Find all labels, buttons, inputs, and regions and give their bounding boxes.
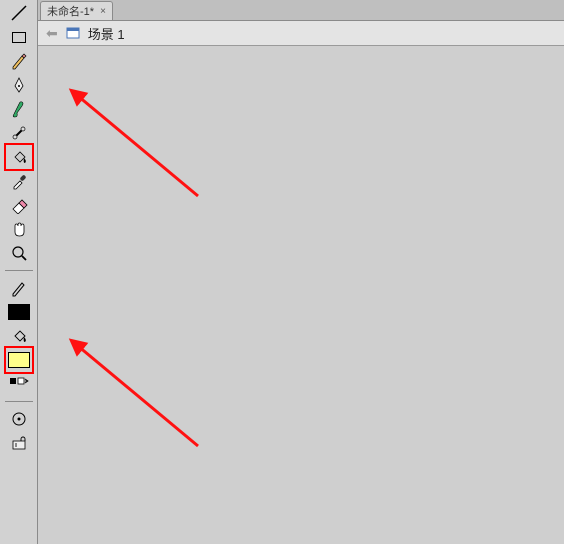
- document-tab-title: 未命名-1*: [47, 3, 94, 19]
- pen-tool[interactable]: [7, 74, 31, 96]
- annotation-arrow-1: [68, 86, 208, 206]
- document-tabbar: 未命名-1* ×: [38, 0, 564, 21]
- eraser-tool[interactable]: [7, 194, 31, 216]
- stroke-color-pencil-icon: [7, 277, 31, 299]
- hand-tool[interactable]: [7, 218, 31, 240]
- toolbox-separator-2: [5, 401, 33, 402]
- close-icon[interactable]: ×: [100, 6, 106, 17]
- pencil-tool[interactable]: [7, 50, 31, 72]
- annotation-arrow-2: [68, 336, 208, 456]
- snap-options-icon[interactable]: [7, 408, 31, 430]
- rectangle-tool[interactable]: [7, 26, 31, 48]
- scene-icon: [66, 26, 80, 40]
- back-arrow-icon[interactable]: ⬅: [46, 25, 58, 42]
- paint-bucket-tool[interactable]: [7, 146, 31, 168]
- scene-label: 场景 1: [88, 24, 125, 43]
- swap-colors-icon[interactable]: [7, 373, 31, 395]
- toolbox: [0, 0, 38, 544]
- line-tool[interactable]: [7, 2, 31, 24]
- eyedropper-tool[interactable]: [7, 170, 31, 192]
- main-panel: 未命名-1* × ⬅ 场景 1: [38, 0, 564, 544]
- zoom-tool[interactable]: [7, 242, 31, 264]
- toolbox-separator: [5, 270, 33, 271]
- fill-color-swatch[interactable]: [7, 349, 31, 371]
- lock-fill-icon[interactable]: [7, 432, 31, 454]
- stroke-color-swatch[interactable]: [7, 301, 31, 323]
- app-root: 未命名-1* × ⬅ 场景 1: [0, 0, 564, 544]
- scene-bar: ⬅ 场景 1: [38, 21, 564, 46]
- stage[interactable]: [38, 46, 564, 544]
- brush-tool[interactable]: [7, 98, 31, 120]
- document-tab[interactable]: 未命名-1* ×: [40, 1, 113, 20]
- fill-color-bucket-icon: [7, 325, 31, 347]
- bone-tool[interactable]: [7, 122, 31, 144]
